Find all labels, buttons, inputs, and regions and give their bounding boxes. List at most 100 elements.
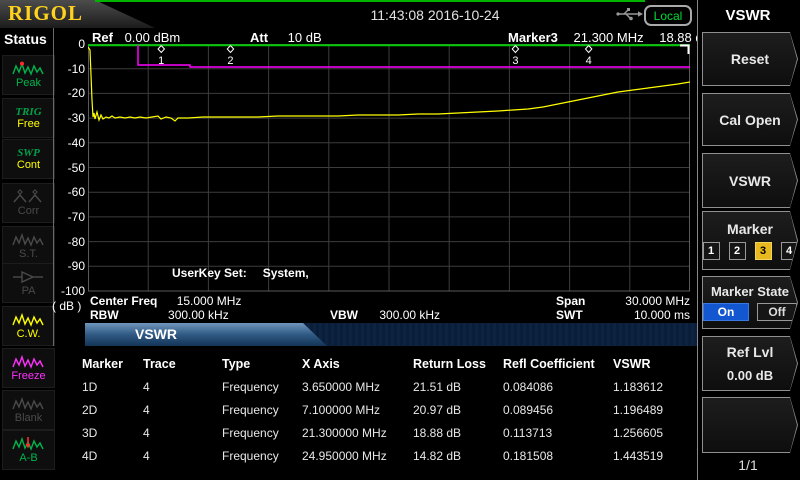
table-cell-r2c2: 4 <box>143 403 150 417</box>
marker-select-1[interactable]: 1 <box>703 242 720 260</box>
marker-state-off-toggle[interactable]: Off <box>757 303 797 321</box>
table-cell-r2c6: 0.089456 <box>503 403 553 417</box>
marker-state-on-toggle[interactable]: On <box>703 303 749 321</box>
marker-4-diamond <box>585 46 591 53</box>
table-cell-r4c6: 0.181508 <box>503 449 553 463</box>
span-label: Span <box>556 294 585 308</box>
blank-icon <box>12 396 45 412</box>
y-tick--60: -60 <box>40 185 85 199</box>
table-cell-r2c3: Frequency <box>222 403 279 417</box>
table-cell-r3c6: 0.113713 <box>503 426 552 440</box>
span-label-wrap: Span <box>556 294 585 308</box>
table-cell-r1c5: 21.51 dB <box>413 380 461 394</box>
trig-label: Free <box>17 118 40 130</box>
marker-select-4[interactable]: 4 <box>781 242 798 260</box>
ref-lvl-value: 0.00 dB <box>727 368 773 383</box>
y-tick--80: -80 <box>40 235 85 249</box>
table-cell-r2c5: 20.97 dB <box>413 403 461 417</box>
instrument-screen: RIGOL 11:43:08 2016-10-24 Local Status P… <box>0 0 800 480</box>
marker-select-3[interactable]: 3 <box>755 242 772 260</box>
rbw-label: RBW <box>90 308 119 322</box>
cw-icon <box>12 312 45 328</box>
cal-open-label: Cal Open <box>719 112 780 128</box>
y-tick--70: -70 <box>40 210 85 224</box>
marker-state-button[interactable]: Marker State On Off <box>702 276 798 329</box>
y-tick--30: -30 <box>40 111 85 125</box>
marker-button[interactable]: Marker 1234 <box>702 211 798 270</box>
table-cell-r4c4: 24.950000 MHz <box>302 449 387 463</box>
table-cell-r3c3: Frequency <box>222 426 279 440</box>
y-tick--90: -90 <box>40 259 85 273</box>
top-green-line <box>95 0 645 2</box>
y-tick--100: -100 <box>40 284 85 298</box>
top-bar: RIGOL 11:43:08 2016-10-24 Local <box>0 0 800 28</box>
table-cell-r3c1: 3D <box>82 426 97 440</box>
span-value: 30.000 MHz <box>595 294 690 308</box>
reset-button[interactable]: Reset <box>702 32 798 86</box>
status-item-ab: A-B <box>2 430 55 470</box>
table-cell-r1c4: 3.650000 MHz <box>302 380 380 394</box>
table-cell-r1c6: 0.084086 <box>503 380 553 394</box>
ref-label: Ref <box>92 30 113 45</box>
table-cell-r2c1: 2D <box>82 403 97 417</box>
y-tick--20: -20 <box>40 86 85 100</box>
marker-state-label: Marker State <box>711 284 789 299</box>
marker-readout: Marker3 21.300 MHz 18.88 dB <box>508 30 711 45</box>
swt-label: SWT <box>556 308 583 322</box>
userkey-label: UserKey Set: <box>172 266 247 280</box>
clock: 11:43:08 2016-10-24 <box>300 7 570 23</box>
blank-softkey[interactable] <box>702 397 798 453</box>
y-tick--50: -50 <box>40 161 85 175</box>
cal-open-button[interactable]: Cal Open <box>702 93 798 146</box>
table-header-type: Type <box>222 357 250 371</box>
trig-icon: TRIG <box>15 106 41 118</box>
att-value: 10 dB <box>288 30 322 45</box>
rbw-readout: RBW 300.00 kHz <box>90 308 229 322</box>
center-freq-label: Center Freq <box>90 294 157 308</box>
status-item-cw: C.W. <box>2 306 55 346</box>
table-header-marker: Marker <box>82 357 123 371</box>
center-freq-readout: Center Freq 15.000 MHz <box>90 294 241 308</box>
rbw-value: 300.00 kHz <box>168 308 229 322</box>
table-cell-r3c4: 21.300000 MHz <box>302 426 387 440</box>
swp-icon: SWP <box>17 147 40 159</box>
ref-readout: Ref 0.00 dBm <box>92 30 180 45</box>
table-cell-r3c5: 18.88 dB <box>413 426 461 440</box>
table-header-return-loss: Return Loss <box>413 357 486 371</box>
table-cell-r4c2: 4 <box>143 449 150 463</box>
userkey-value: System, <box>263 266 309 280</box>
vbw-value: 300.00 kHz <box>379 308 440 322</box>
ref-lvl-button[interactable]: Ref Lvl 0.00 dB <box>702 336 798 391</box>
y-tick-0: 0 <box>40 37 85 51</box>
peak-label: Peak <box>16 77 41 89</box>
softmenu-title: VSWR <box>698 7 798 24</box>
status-item-freeze: Freeze <box>2 348 55 388</box>
ab-label: A-B <box>19 452 37 464</box>
marker-readout-label: Marker3 <box>508 30 558 45</box>
marker-select-2[interactable]: 2 <box>729 242 746 260</box>
function-tab-bar: VSWR <box>85 323 697 346</box>
userkey-annotation: UserKey Set: System, <box>172 266 309 280</box>
vbw-readout: VBW 300.00 kHz <box>330 308 440 322</box>
reset-label: Reset <box>731 51 769 67</box>
table-cell-r4c3: Frequency <box>222 449 279 463</box>
vswr-button[interactable]: VSWR <box>702 153 798 208</box>
vbw-label: VBW <box>330 308 358 322</box>
table-cell-r1c7: 1.183612 <box>613 380 663 394</box>
marker-3-number: 3 <box>512 55 518 67</box>
vswr-tab-title: VSWR <box>135 326 177 342</box>
table-cell-r4c5: 14.82 dB <box>413 449 461 463</box>
table-cell-r3c2: 4 <box>143 426 150 440</box>
trace-limit-magenta <box>138 45 690 67</box>
freeze-label: Freeze <box>11 370 45 382</box>
screen-corner-mark <box>680 46 689 55</box>
trace-display: 1234 <box>88 44 690 292</box>
marker-1-number: 1 <box>158 55 164 67</box>
marker-2-number: 2 <box>227 55 233 67</box>
corr-label: Corr <box>18 205 39 217</box>
table-cell-r4c7: 1.443519 <box>613 449 663 463</box>
y-tick--40: -40 <box>40 136 85 150</box>
blank-label: Blank <box>15 412 43 424</box>
graph-canvas: 1234 <box>88 44 690 292</box>
freeze-icon <box>12 354 45 370</box>
